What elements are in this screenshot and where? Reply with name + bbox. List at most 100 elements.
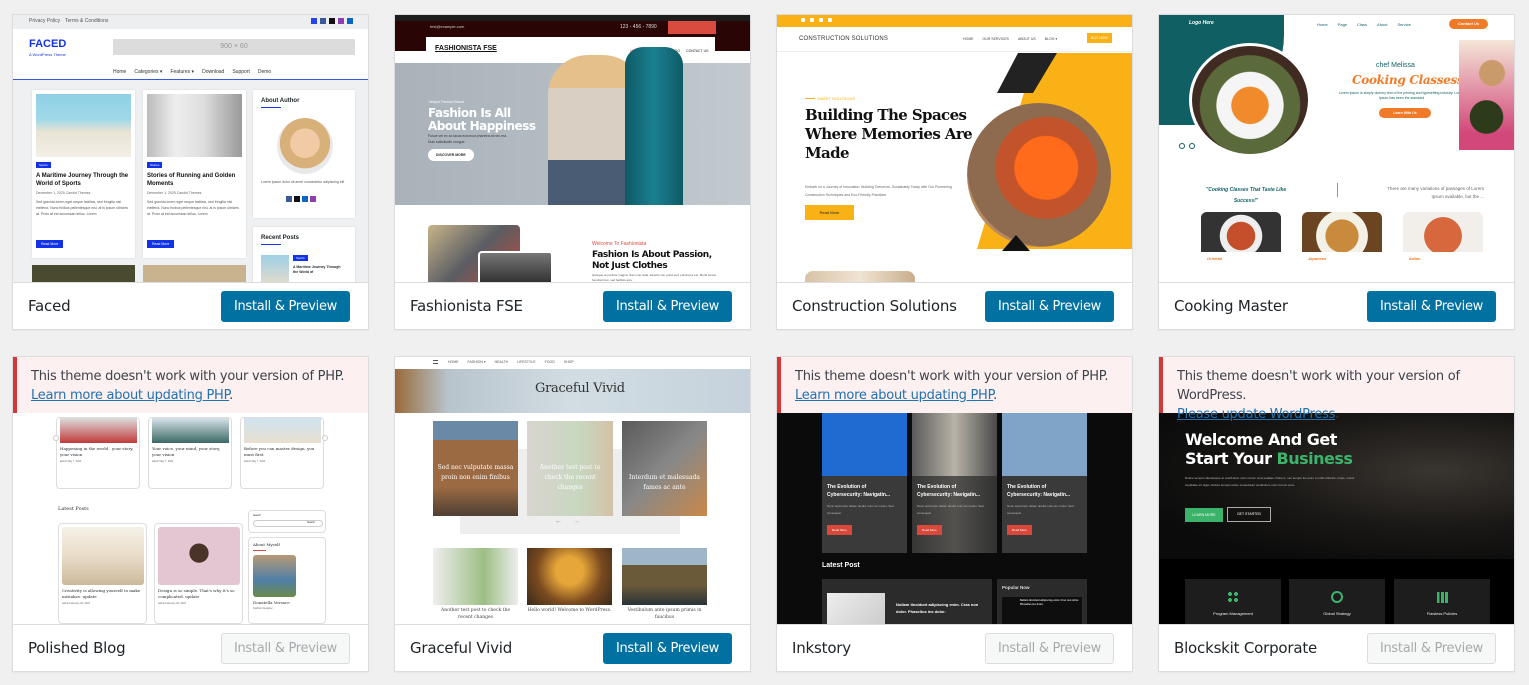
card-title: The Evolution of Cybersecurity: Navigati… <box>827 484 891 498</box>
install-preview-button[interactable]: Install & Preview <box>984 291 1114 322</box>
theme-screenshot[interactable]: Logo Here Home Page Class About Service Cont… <box>1159 15 1514 282</box>
feature-title: Program Management <box>1213 611 1253 616</box>
about-author-widget: About Author Lorem ipsum dolor sit amet … <box>253 90 355 218</box>
slider-card: Your voice, your mind, your story, your … <box>148 417 232 489</box>
nav-item: Categories ▾ <box>134 69 163 75</box>
theme-name: Faced <box>28 297 71 315</box>
slider-post-meta: admin May 7, 2022 <box>152 460 174 463</box>
slider-prev-icon <box>53 435 59 441</box>
theme-card-footer: Inkstory Install & Preview <box>777 624 1132 671</box>
feature-card: Flawless Policies <box>1394 579 1490 624</box>
feature-card: Program Management <box>1185 579 1281 624</box>
install-preview-button[interactable]: Install & Preview <box>1366 291 1496 322</box>
dish-card: Italian <box>1403 212 1483 282</box>
nav-item: ABOUT US <box>1017 37 1036 41</box>
nav-item: FASHION ▾ <box>467 360 486 364</box>
section-eyebrow: Welcome To Fashionista <box>592 241 647 247</box>
nav-item: LIFESTYLE <box>517 360 536 364</box>
latest-post-card: Design is so simple. That's why it's so … <box>154 523 243 624</box>
update-php-link[interactable]: Learn more about updating PHP <box>795 388 993 403</box>
slider-post-title: Happening in the world , your story, you… <box>60 446 134 457</box>
theme-card-footer: Polished Blog Install & Preview <box>13 624 368 671</box>
hero-text: Dolore tempus ellentesque at vestibulum … <box>1185 476 1355 487</box>
latest-post-meta: admin February 20, 2023 <box>62 602 90 605</box>
widget-title: About Myself <box>253 542 280 547</box>
theme-card-graceful-vivid[interactable]: HOME FASHION ▾ HEALTH LIFESTYLE FOOD SHOP Gra… <box>394 356 751 672</box>
theme-card-footer: Cooking Master Install & Preview <box>1159 282 1514 329</box>
install-preview-button[interactable]: Install & Preview <box>1366 633 1496 664</box>
hero-subtitle: chef Melissa <box>1376 62 1415 69</box>
latest-post-title: Nullam tincidunt adipiscing enim. Cras n… <box>896 602 979 614</box>
preview-phone: 123 - 456 - 7890 <box>620 24 657 30</box>
nav-item: Download <box>202 69 225 75</box>
search-button: Search <box>307 521 315 524</box>
slider-post-meta: admin May 7, 2022 <box>60 460 82 463</box>
install-preview-button[interactable]: Install & Preview <box>602 633 732 664</box>
hero-eyebrow: SMART SOLUTIONS <box>817 96 856 101</box>
feature-card: Global Strategy <box>1289 579 1385 624</box>
post-title: Vestibulum ante ipsum primis in faucibus <box>627 608 702 620</box>
hero-button: Learn With Us <box>1379 108 1431 118</box>
theme-card-cooking-master[interactable]: Logo Here Home Page Class About Service Cont… <box>1158 14 1515 330</box>
post-title: Another test post to check the recent ch… <box>440 608 511 620</box>
theme-screenshot[interactable]: HOME FASHION ▾ HEALTH LIFESTYLE FOOD SHOP Gra… <box>395 357 750 624</box>
nav-button: BUY NOW <box>1087 33 1112 43</box>
dish-card: Japanese <box>1302 212 1382 282</box>
latest-posts-heading: Latest Posts <box>58 506 89 512</box>
theme-card-inkstory[interactable]: This theme doesn't work with your versio… <box>776 356 1133 672</box>
theme-screenshot[interactable]: CONSTRUCTION SOLUTIONS HOME OUR SERVICES A… <box>777 15 1132 282</box>
social-icons <box>801 18 832 22</box>
chart-icon <box>1437 592 1448 603</box>
slider-card: Happening in the world , your story, you… <box>56 417 140 489</box>
notice-text: This theme doesn't work with your versio… <box>31 369 345 384</box>
slider-post-meta: admin May 7, 2022 <box>244 460 266 463</box>
compatibility-notice: This theme doesn't work with your versio… <box>13 357 368 413</box>
widget-title: About Author <box>261 98 300 104</box>
theme-screenshot[interactable]: test@example.com 123 - 456 - 7890 FASHIO… <box>395 15 750 282</box>
nav-item: HOME <box>448 360 459 364</box>
theme-card-polished-blog[interactable]: This theme doesn't work with your versio… <box>12 356 369 672</box>
post-thumbnail <box>433 548 518 605</box>
category-badge: Sports <box>293 255 308 261</box>
hero-ingredients <box>1459 40 1514 150</box>
hero-title-line1: Welcome And Get <box>1185 430 1337 449</box>
globe-icon <box>1331 591 1343 603</box>
theme-card-blockskit-corporate[interactable]: This theme doesn't work with your versio… <box>1158 356 1515 672</box>
popular-post-title: Nullam tincidunt adipiscing enim. Cras n… <box>1020 599 1079 606</box>
ad-placeholder: 900 × 60 <box>113 39 355 55</box>
theme-card-construction-solutions[interactable]: CONSTRUCTION SOLUTIONS HOME OUR SERVICES A… <box>776 14 1133 330</box>
update-wordpress-link[interactable]: Please update WordPress <box>1177 407 1335 422</box>
author-social-icons <box>286 196 316 202</box>
install-preview-button[interactable]: Install & Preview <box>220 291 350 322</box>
author-name: Donatella Versace <box>253 600 290 605</box>
notice-suffix: . <box>993 388 998 403</box>
post-card: Sports A Maritime Journey Through the Wo… <box>32 90 135 258</box>
install-preview-button[interactable]: Install & Preview <box>602 291 732 322</box>
theme-card-fashionista-fse[interactable]: test@example.com 123 - 456 - 7890 FASHIO… <box>394 14 751 330</box>
slide-card: Interdum et malesuada fames ac ante <box>622 421 707 516</box>
hero-eyebrow: Unique Fashion Brand <box>429 100 464 104</box>
update-php-link[interactable]: Learn more about updating PHP <box>31 388 229 403</box>
read-more-button: Read More <box>917 525 942 535</box>
install-preview-button[interactable]: Install & Preview <box>984 633 1114 664</box>
slider-post-title: Your voice, your mind, your story, your … <box>152 446 221 457</box>
nav-item: Support <box>232 69 250 75</box>
nav-item: OUR SERVICES <box>982 37 1009 41</box>
theme-card-faced[interactable]: Privacy Policy Terms & Conditions FACED … <box>12 14 369 330</box>
slider-next-icon <box>322 435 328 441</box>
author-bio: Lorem ipsum dolor sit amet consectetur a… <box>261 180 345 184</box>
nav-button: Contact Us <box>1449 19 1488 29</box>
slide-title: Sed nec vulputate massa proin non enim f… <box>437 464 514 481</box>
theme-screenshot[interactable]: Privacy Policy Terms & Conditions FACED … <box>13 15 368 282</box>
nav-item: Page <box>1337 22 1348 27</box>
dish-name: Italian <box>1409 256 1421 261</box>
post-title: Hello world! Welcome to WordPress. <box>527 608 612 613</box>
read-more-button: Read More <box>827 525 852 535</box>
popular-widget: Popular Now Nullam tincidunt adipiscing … <box>997 579 1087 624</box>
feature-title: Global Strategy <box>1323 611 1351 616</box>
preview-nav: HOME OUR SERVICES ABOUT US BLOG ▾ <box>963 37 1057 41</box>
latest-post-card: Nullam tincidunt adipiscing enim. Cras n… <box>822 579 992 624</box>
install-preview-button[interactable]: Install & Preview <box>220 633 350 664</box>
read-more-button: Read More <box>147 240 175 248</box>
dish-name: Oriental <box>1207 256 1223 261</box>
